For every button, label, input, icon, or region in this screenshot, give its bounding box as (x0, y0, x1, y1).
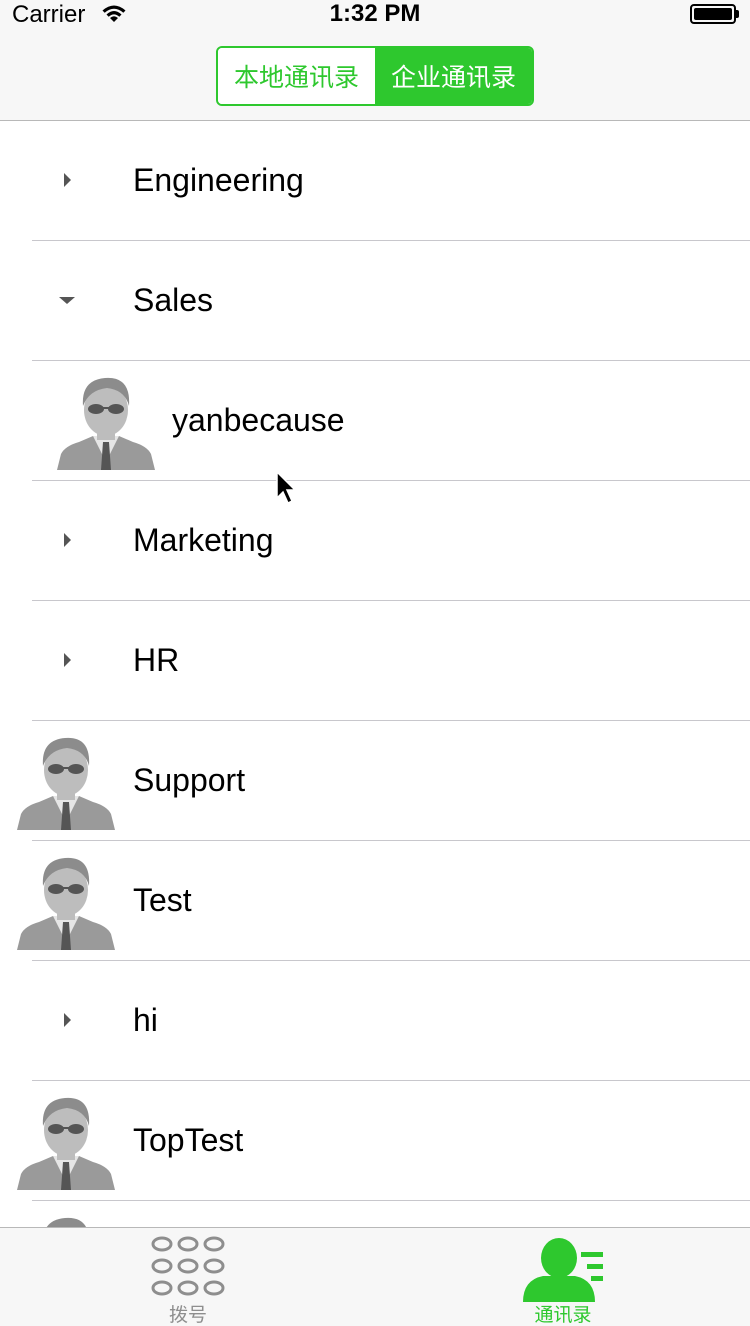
contact-row-partial[interactable] (0, 1201, 750, 1227)
contacts-source-segmented-control: 本地通讯录 企业通讯录 (216, 46, 534, 106)
navigation-bar: 本地通讯录 企业通讯录 (0, 40, 750, 121)
group-label: Sales (133, 282, 214, 318)
contacts-icon (523, 1238, 603, 1302)
expand-arrow-icon (64, 533, 71, 547)
avatar-icon (46, 1217, 86, 1227)
expand-arrow-icon (64, 653, 71, 667)
status-bar: Carrier 1:32 PM (0, 0, 750, 40)
contact-name: Test (133, 882, 192, 918)
member-name: yanbecause (172, 402, 345, 438)
contact-row-test[interactable]: Test (0, 841, 750, 961)
contact-name: Support (133, 762, 246, 798)
group-row-marketing[interactable]: Marketing (0, 481, 750, 601)
group-row-hi[interactable]: hi (0, 961, 750, 1081)
segment-local-contacts[interactable]: 本地通讯录 (218, 48, 375, 104)
tab-dialpad[interactable]: 拨号 (98, 1228, 278, 1326)
member-row-yanbecause[interactable]: yanbecause (0, 361, 750, 481)
avatar-icon (17, 857, 115, 950)
group-label: Engineering (133, 162, 304, 198)
expand-arrow-icon (64, 1013, 71, 1027)
mouse-cursor-icon (276, 470, 297, 505)
dialpad-icon (151, 1236, 225, 1296)
avatar-icon (17, 737, 115, 830)
contact-row-support[interactable]: Support (0, 721, 750, 841)
group-label: HR (133, 642, 180, 678)
group-label: Marketing (133, 522, 274, 558)
group-row-engineering[interactable]: Engineering (0, 121, 750, 241)
collapse-arrow-icon (59, 297, 75, 304)
contact-row-toptest[interactable]: TopTest (0, 1081, 750, 1201)
tab-label: 拨号 (168, 1304, 207, 1326)
expand-arrow-icon (64, 173, 71, 187)
tab-contacts[interactable]: 通讯录 (473, 1228, 653, 1326)
segment-enterprise-contacts[interactable]: 企业通讯录 (375, 48, 532, 104)
tab-bar: 拨号 通讯录 (0, 1227, 750, 1326)
phone-screen: Carrier 1:32 PM 本地通讯录 企业通讯录 Engineering … (0, 0, 750, 1326)
contacts-list[interactable]: Engineering Sales yanbecause Marketing H… (0, 121, 750, 1227)
status-time: 1:32 PM (329, 0, 421, 27)
avatar-icon (57, 377, 155, 470)
tab-label: 通讯录 (534, 1304, 592, 1326)
group-row-hr[interactable]: HR (0, 601, 750, 721)
group-label: hi (133, 1002, 158, 1038)
group-row-sales[interactable]: Sales (0, 241, 750, 361)
avatar-icon (17, 1097, 115, 1190)
battery-icon (690, 4, 740, 24)
contact-name: TopTest (133, 1122, 244, 1158)
